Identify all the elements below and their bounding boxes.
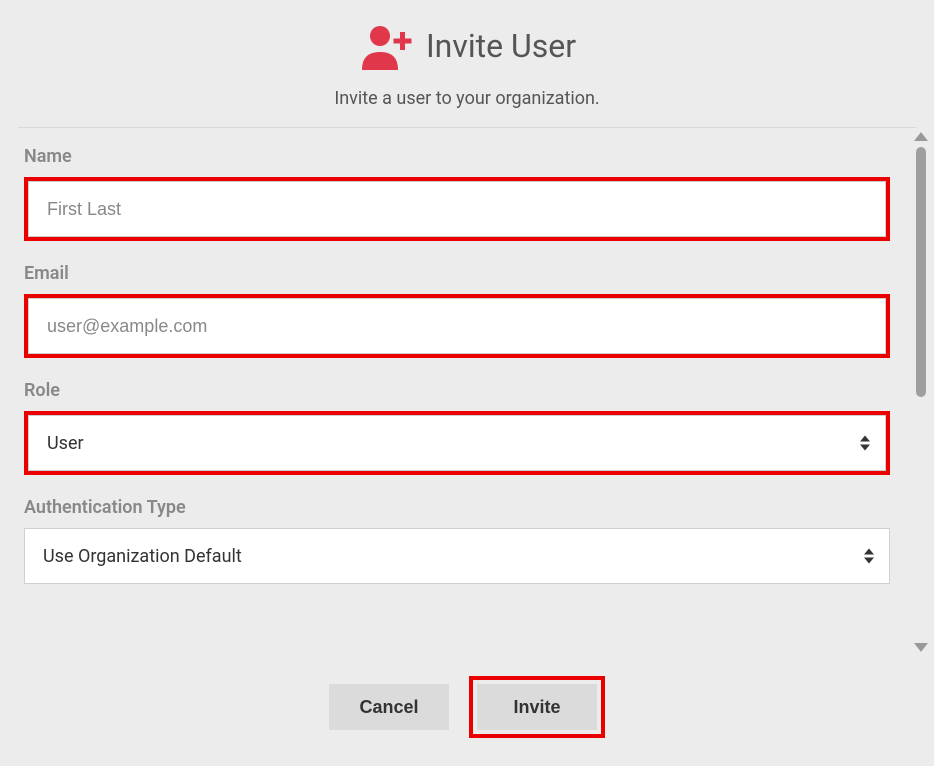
- dialog-title: Invite User: [426, 27, 576, 65]
- user-plus-icon: [358, 22, 414, 70]
- email-input[interactable]: [28, 298, 886, 354]
- role-select[interactable]: User: [28, 415, 886, 471]
- auth-type-select[interactable]: Use Organization Default: [24, 528, 890, 584]
- auth-type-selected-value: Use Organization Default: [43, 546, 242, 567]
- scrollbar-thumb[interactable]: [916, 147, 926, 397]
- role-label: Role: [24, 380, 890, 401]
- invite-user-dialog: Invite User Invite a user to your organi…: [0, 0, 934, 766]
- dialog-footer: Cancel Invite: [0, 656, 934, 766]
- auth-type-label: Authentication Type: [24, 497, 890, 518]
- role-group: Role User: [24, 380, 890, 475]
- email-group: Email: [24, 263, 890, 358]
- email-highlight: [24, 294, 890, 358]
- name-highlight: [24, 177, 890, 241]
- email-label: Email: [24, 263, 890, 284]
- cancel-button[interactable]: Cancel: [329, 684, 449, 730]
- header-title-row: Invite User: [358, 22, 576, 70]
- name-group: Name: [24, 146, 890, 241]
- vertical-scrollbar[interactable]: [908, 128, 934, 656]
- auth-type-group: Authentication Type Use Organization Def…: [24, 497, 890, 584]
- name-label: Name: [24, 146, 890, 167]
- name-input[interactable]: [28, 181, 886, 237]
- scroll-down-arrow-icon[interactable]: [914, 643, 928, 652]
- form-area: Name Email Role User: [18, 128, 908, 656]
- role-selected-value: User: [47, 433, 84, 454]
- scrollbar-track[interactable]: [916, 147, 926, 637]
- role-highlight: User: [24, 411, 890, 475]
- dialog-body: Name Email Role User: [18, 128, 934, 656]
- dialog-header: Invite User Invite a user to your organi…: [0, 0, 934, 127]
- dialog-subtitle: Invite a user to your organization.: [20, 88, 914, 109]
- invite-highlight: Invite: [469, 676, 605, 738]
- scroll-up-arrow-icon[interactable]: [914, 132, 928, 141]
- invite-button[interactable]: Invite: [477, 684, 597, 730]
